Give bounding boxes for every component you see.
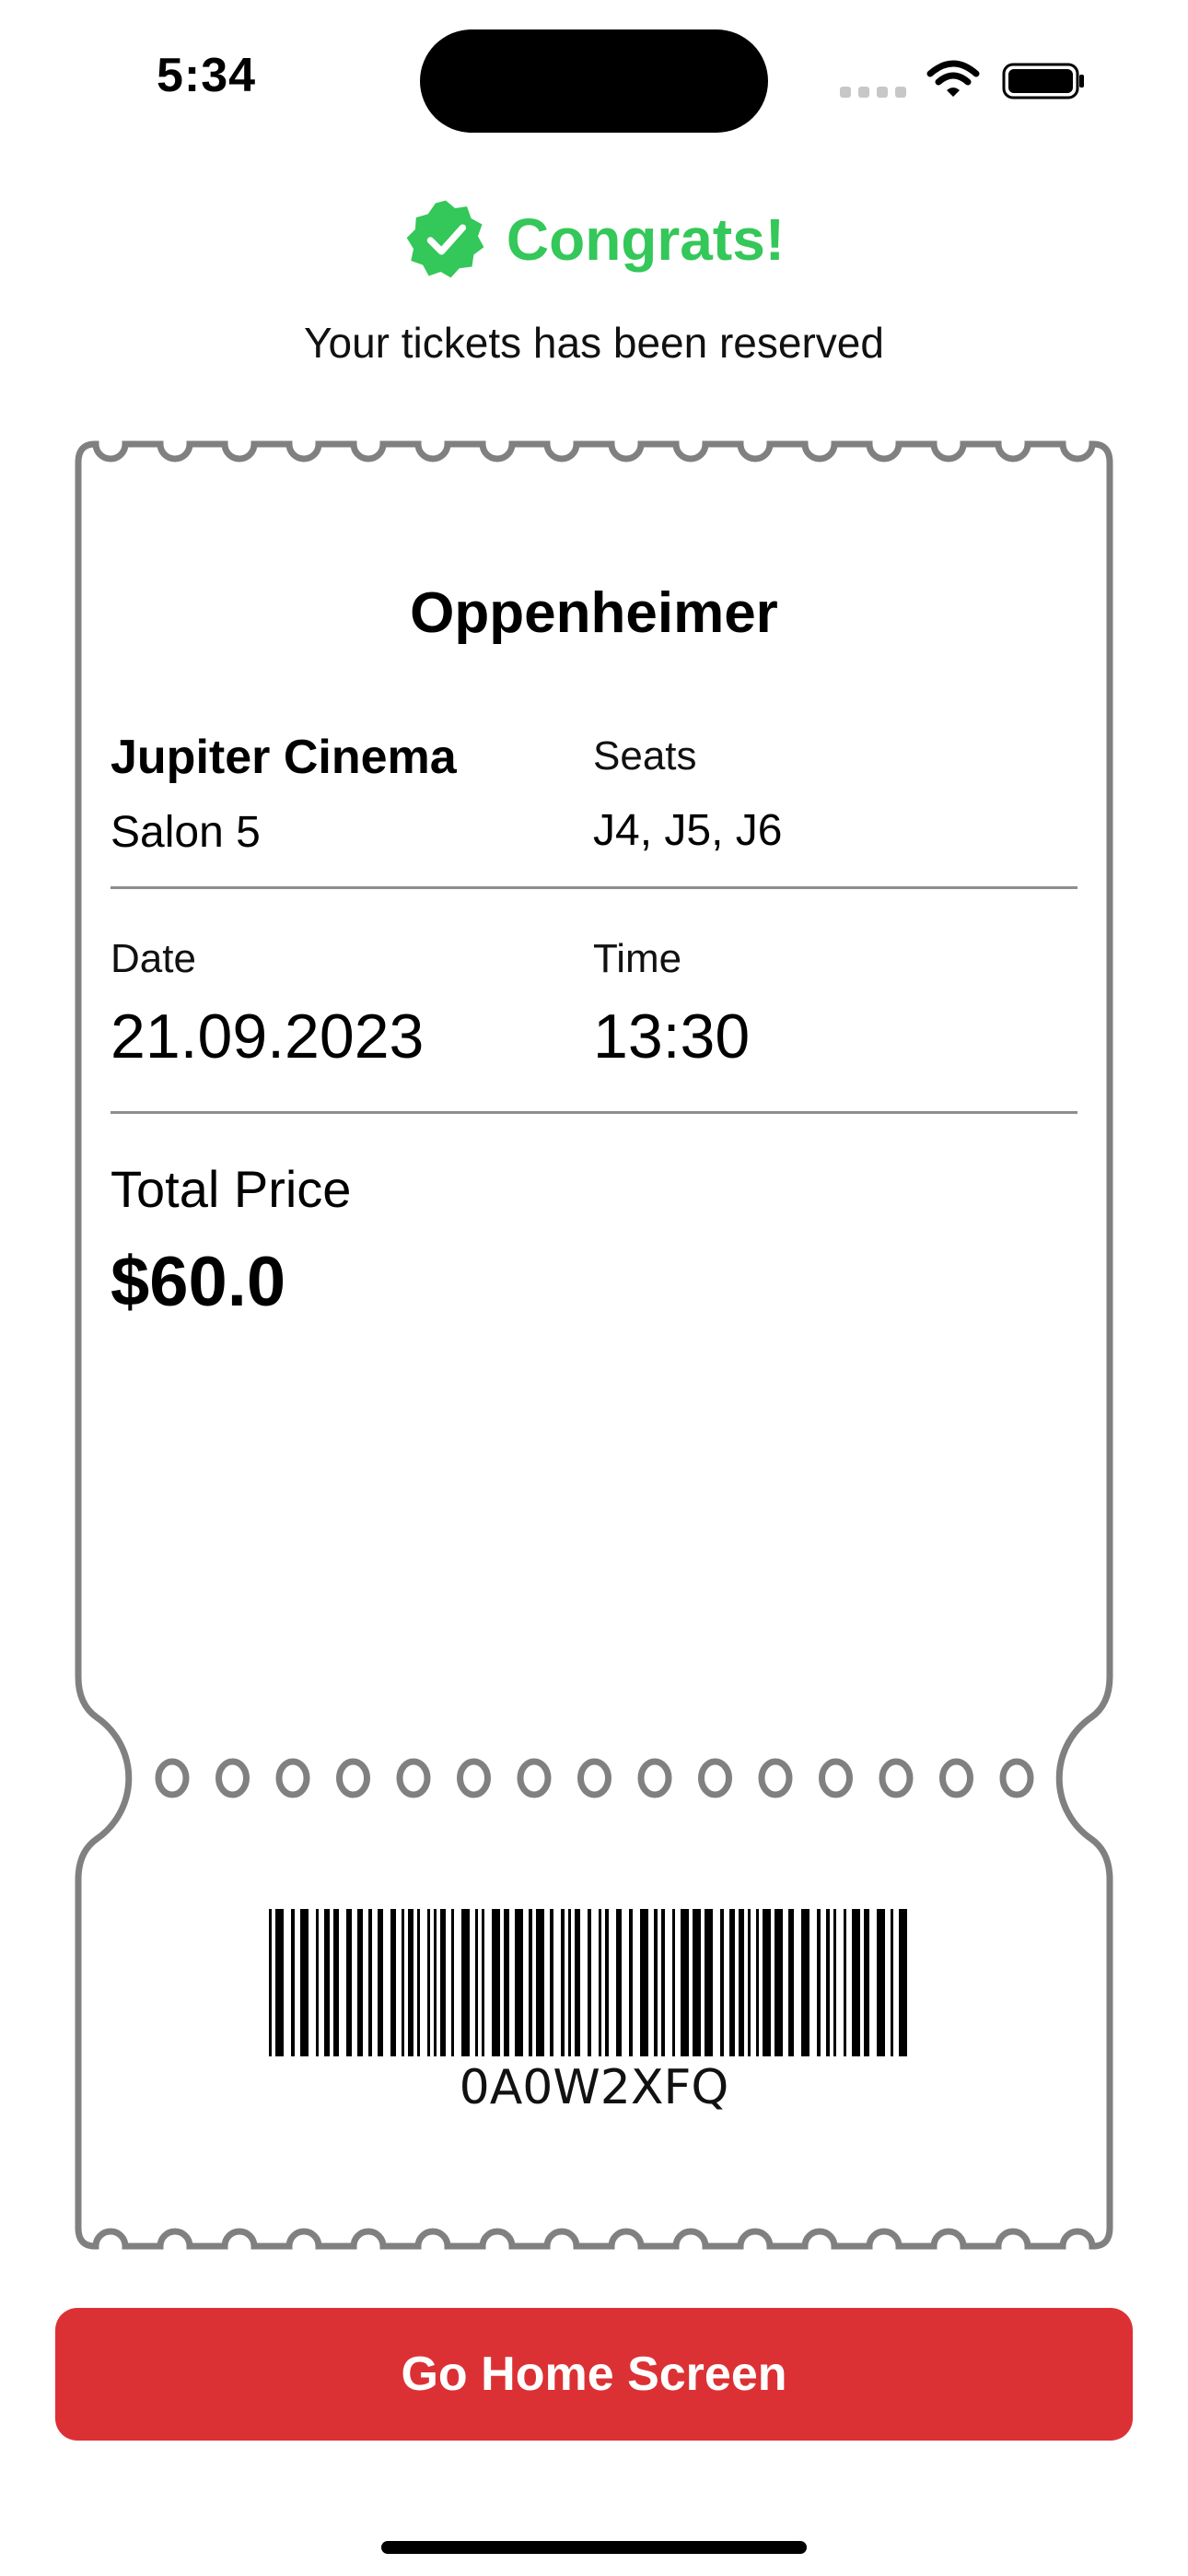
barcode-bar — [417, 1909, 420, 2056]
barcode-bar — [568, 1909, 571, 2056]
price-label: Total Price — [111, 1160, 352, 1218]
barcode-bar — [269, 1909, 272, 2056]
barcode-bar — [440, 1909, 446, 2056]
barcode-bar — [801, 1909, 809, 2056]
barcode-bar — [275, 1909, 284, 2056]
barcode-bar — [864, 1909, 869, 2056]
divider — [111, 1111, 1077, 1114]
barcode-bar — [640, 1909, 648, 2056]
barcode-bar — [475, 1909, 478, 2056]
barcode-bar — [844, 1909, 846, 2056]
barcode-bar — [451, 1909, 454, 2056]
seats-value: J4, J5, J6 — [593, 806, 783, 855]
barcode-bar — [616, 1909, 622, 2056]
barcode-bar — [324, 1909, 330, 2056]
barcode-bar — [681, 1909, 689, 2056]
barcode-bar — [763, 1909, 771, 2056]
barcode-bar — [300, 1909, 309, 2056]
barcode-bar — [434, 1909, 437, 2056]
barcode-bar — [661, 1909, 665, 2056]
barcode-bar — [529, 1909, 532, 2056]
barcode-bar — [852, 1909, 860, 2056]
barcode-bar — [504, 1909, 509, 2056]
go-home-button[interactable]: Go Home Screen — [55, 2308, 1133, 2441]
ticket-border — [75, 440, 1113, 2250]
barcode-bar — [720, 1909, 724, 2056]
time-value: 13:30 — [593, 1001, 751, 1071]
movie-title: Oppenheimer — [410, 581, 778, 645]
barcode-bar — [817, 1909, 821, 2056]
barcode-bar — [693, 1909, 701, 2056]
date-label: Date — [111, 936, 196, 981]
barcode-code: 0A0W2XFQ — [459, 2060, 729, 2115]
price-value: $60.0 — [111, 1243, 286, 1321]
barcode-bar — [427, 1909, 430, 2056]
barcode-bar — [378, 1909, 383, 2056]
barcode-bar — [492, 1909, 500, 2056]
barcode-bar — [536, 1909, 544, 2056]
barcode-bar — [588, 1909, 591, 2056]
barcode-bar — [402, 1909, 404, 2056]
barcode-bar — [729, 1909, 735, 2056]
barcode-bar — [788, 1909, 794, 2056]
barcode-bar — [629, 1909, 633, 2056]
barcode-bar — [390, 1909, 396, 2056]
barcode-bar — [357, 1909, 363, 2056]
barcode-bar — [877, 1909, 885, 2056]
barcode-bar — [599, 1909, 601, 2056]
barcode-bar — [899, 1909, 907, 2056]
divider — [111, 886, 1077, 889]
barcode-bar — [739, 1909, 744, 2056]
barcode-bar — [291, 1909, 295, 2056]
barcode-bar — [705, 1909, 713, 2056]
cinema-name: Jupiter Cinema — [111, 731, 457, 784]
barcode-bar — [891, 1909, 893, 2056]
time-label: Time — [593, 936, 682, 981]
barcode-bar — [775, 1909, 783, 2056]
barcode-bar — [561, 1909, 565, 2056]
barcode-bar — [654, 1909, 658, 2056]
salon-name: Salon 5 — [111, 808, 261, 857]
barcode-bar — [605, 1909, 609, 2056]
barcode-bar — [672, 1909, 675, 2056]
barcode-bar — [748, 1909, 751, 2056]
barcode-bar — [368, 1909, 372, 2056]
barcode-bar — [333, 1909, 339, 2056]
barcode-bar — [482, 1909, 484, 2056]
barcode-bar — [461, 1909, 470, 2056]
barcode-bar — [756, 1909, 759, 2056]
barcode-bar — [833, 1909, 836, 2056]
seats-label: Seats — [593, 733, 697, 779]
barcode-bar — [515, 1909, 523, 2056]
barcode-bar — [550, 1909, 553, 2056]
date-value: 21.09.2023 — [111, 1001, 425, 1071]
barcode-bar — [346, 1909, 352, 2056]
home-indicator[interactable] — [381, 2541, 807, 2554]
barcode-bar — [826, 1909, 830, 2056]
barcode-bar — [575, 1909, 580, 2056]
barcode-bar — [408, 1909, 413, 2056]
barcode-bar — [316, 1909, 319, 2056]
